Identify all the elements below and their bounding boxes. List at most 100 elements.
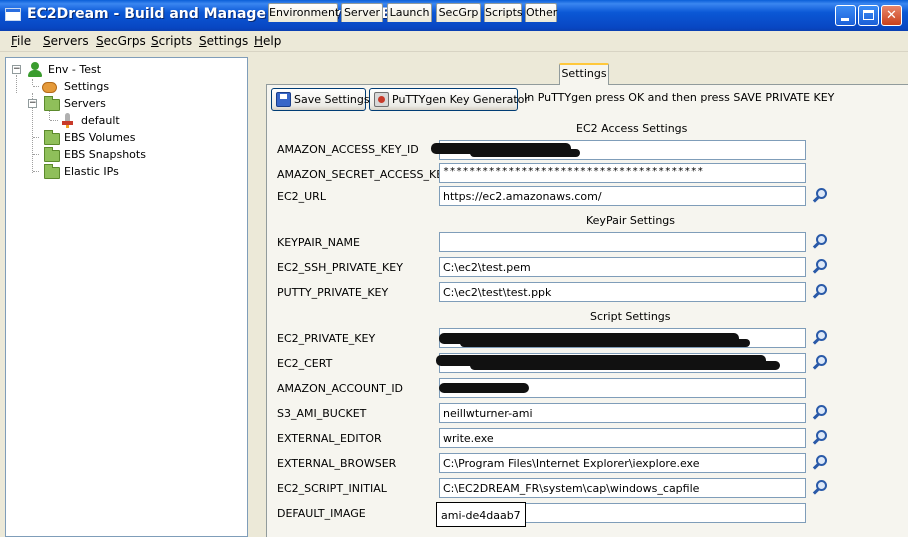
puttygen-icon (374, 92, 389, 107)
account-id-label: AMAZON_ACCOUNT_ID (277, 382, 404, 395)
external-editor-field[interactable]: write.exe (439, 428, 806, 448)
putty-private-key-label: PUTTY_PRIVATE_KEY (277, 286, 389, 299)
redaction-scribble (470, 361, 780, 370)
maximize-icon (863, 10, 874, 20)
browse-icon[interactable] (812, 404, 830, 422)
browse-icon[interactable] (812, 283, 830, 301)
menu-help-label: elp (263, 34, 282, 48)
menu-file-label: ile (17, 34, 32, 48)
environment-tree[interactable]: − Env - Test Settings − Servers default … (5, 57, 248, 537)
folder-icon (44, 96, 60, 111)
menu-help[interactable]: Help (254, 34, 281, 48)
browse-icon[interactable] (812, 429, 830, 447)
ec2-url-field[interactable]: https://ec2.amazonaws.com/ (439, 186, 806, 206)
tab-settings[interactable]: Settings (559, 63, 609, 85)
tab-environment[interactable]: Environment (268, 3, 339, 22)
menu-servers[interactable]: Servers (43, 34, 89, 48)
access-key-id-label: AMAZON_ACCESS_KEY_ID (277, 143, 419, 156)
menu-settings-label: ettings (206, 34, 249, 48)
tree-node-ebs-snapshots-label: EBS Snapshots (64, 148, 146, 161)
tab-launch[interactable]: Launch (387, 3, 432, 22)
rocket-icon (62, 113, 73, 128)
browse-icon[interactable] (812, 258, 830, 276)
browse-icon[interactable] (812, 354, 830, 372)
tree-node-settings[interactable]: Settings (10, 79, 240, 95)
tree-node-servers-label: Servers (64, 97, 106, 110)
redaction-scribble (470, 149, 580, 157)
browse-icon[interactable] (812, 187, 830, 205)
collapse-icon[interactable]: − (28, 99, 37, 108)
close-icon: ✕ (886, 8, 897, 23)
section-keypair-heading: KeyPair Settings (586, 214, 676, 227)
secret-key-field[interactable]: **************************************** (439, 163, 806, 183)
puttygen-button[interactable]: PuTTYgen Key Generator (369, 88, 529, 111)
browse-icon[interactable] (812, 233, 830, 251)
tab-server[interactable]: Server (341, 3, 383, 22)
putty-private-key-field[interactable]: C:\ec2\test\test.ppk (439, 282, 806, 302)
save-settings-label: Save Settings (294, 93, 370, 106)
save-icon (276, 92, 291, 107)
external-browser-label: EXTERNAL_BROWSER (277, 457, 397, 470)
tree-node-default-label: default (81, 114, 120, 127)
ssh-private-key-label: EC2_SSH_PRIVATE_KEY (277, 261, 403, 274)
collapse-icon[interactable]: − (12, 65, 21, 74)
user-icon (28, 62, 42, 77)
keypair-name-field[interactable] (439, 232, 806, 252)
app-icon (5, 8, 21, 21)
minimize-button[interactable] (835, 5, 856, 26)
maximize-button[interactable] (858, 5, 879, 26)
ec2-url-label: EC2_URL (277, 190, 326, 203)
tree-node-root[interactable]: − Env - Test (10, 62, 240, 78)
redaction-scribble (439, 383, 529, 393)
default-image-label: DEFAULT_IMAGE (277, 507, 366, 520)
menu-settings-accel: S (199, 34, 207, 48)
menu-secgrps-label: ecGrps (103, 34, 146, 48)
tab-other[interactable]: Other (525, 3, 557, 22)
menu-settings[interactable]: Settings (199, 34, 248, 48)
tree-node-servers[interactable]: − Servers (10, 96, 240, 112)
minimize-icon (841, 18, 849, 21)
browse-icon[interactable] (812, 329, 830, 347)
menu-scripts-label: cripts (158, 34, 193, 48)
secret-key-label: AMAZON_SECRET_ACCESS_KEY (277, 168, 450, 181)
close-button[interactable]: ✕ (881, 5, 902, 26)
tree-node-elastic-ips[interactable]: Elastic IPs (10, 164, 240, 180)
save-settings-button[interactable]: Save Settings (271, 88, 370, 111)
folder-icon (44, 164, 60, 179)
browse-icon[interactable] (812, 454, 830, 472)
tree-node-root-label: Env - Test (48, 63, 102, 76)
default-image-value[interactable]: ami-de4daab7 (436, 502, 526, 527)
menu-scripts-accel: S (151, 34, 159, 48)
menu-bar: File Servers SecGrps Scripts Settings He… (0, 31, 908, 52)
menu-servers-accel: S (43, 34, 51, 48)
menu-scripts[interactable]: Scripts (151, 34, 192, 48)
ssh-private-key-field[interactable]: C:\ec2\test.pem (439, 257, 806, 277)
tree-node-default-server[interactable]: default (10, 113, 240, 129)
script-initial-field[interactable]: C:\EC2DREAM_FR\system\cap\windows_capfil… (439, 478, 806, 498)
external-browser-field[interactable]: C:\Program Files\Internet Explorer\iexpl… (439, 453, 806, 473)
menu-secgrps[interactable]: SecGrps (96, 34, 146, 48)
menu-file[interactable]: File (11, 34, 31, 48)
menu-help-accel: H (254, 34, 264, 48)
s3-ami-bucket-label: S3_AMI_BUCKET (277, 407, 367, 420)
tree-node-ebs-volumes[interactable]: EBS Volumes (10, 130, 240, 146)
folder-icon (44, 130, 60, 145)
tab-scripts[interactable]: Scripts (484, 3, 523, 22)
ec2-private-key-label: EC2_PRIVATE_KEY (277, 332, 376, 345)
tree-node-ebs-snapshots[interactable]: EBS Snapshots (10, 147, 240, 163)
browse-icon[interactable] (812, 479, 830, 497)
settings-icon (42, 82, 57, 93)
tab-secgrp[interactable]: SecGrp (436, 3, 481, 22)
redaction-scribble (460, 339, 750, 347)
pane-splitter[interactable] (252, 57, 256, 537)
s3-ami-bucket-field[interactable]: neillwturner-ami (439, 403, 806, 423)
puttygen-label: PuTTYgen Key Generator (392, 93, 529, 106)
section-script-heading: Script Settings (590, 310, 671, 323)
script-initial-label: EC2_SCRIPT_INITIAL (277, 482, 387, 495)
tree-node-elastic-ips-label: Elastic IPs (64, 165, 119, 178)
tree-node-ebs-volumes-label: EBS Volumes (64, 131, 136, 144)
menu-servers-label: ervers (50, 34, 89, 48)
section-access-heading: EC2 Access Settings (576, 122, 688, 135)
puttygen-hint: In PuTTYgen press OK and then press SAVE… (524, 91, 835, 104)
ec2-cert-label: EC2_CERT (277, 357, 333, 370)
